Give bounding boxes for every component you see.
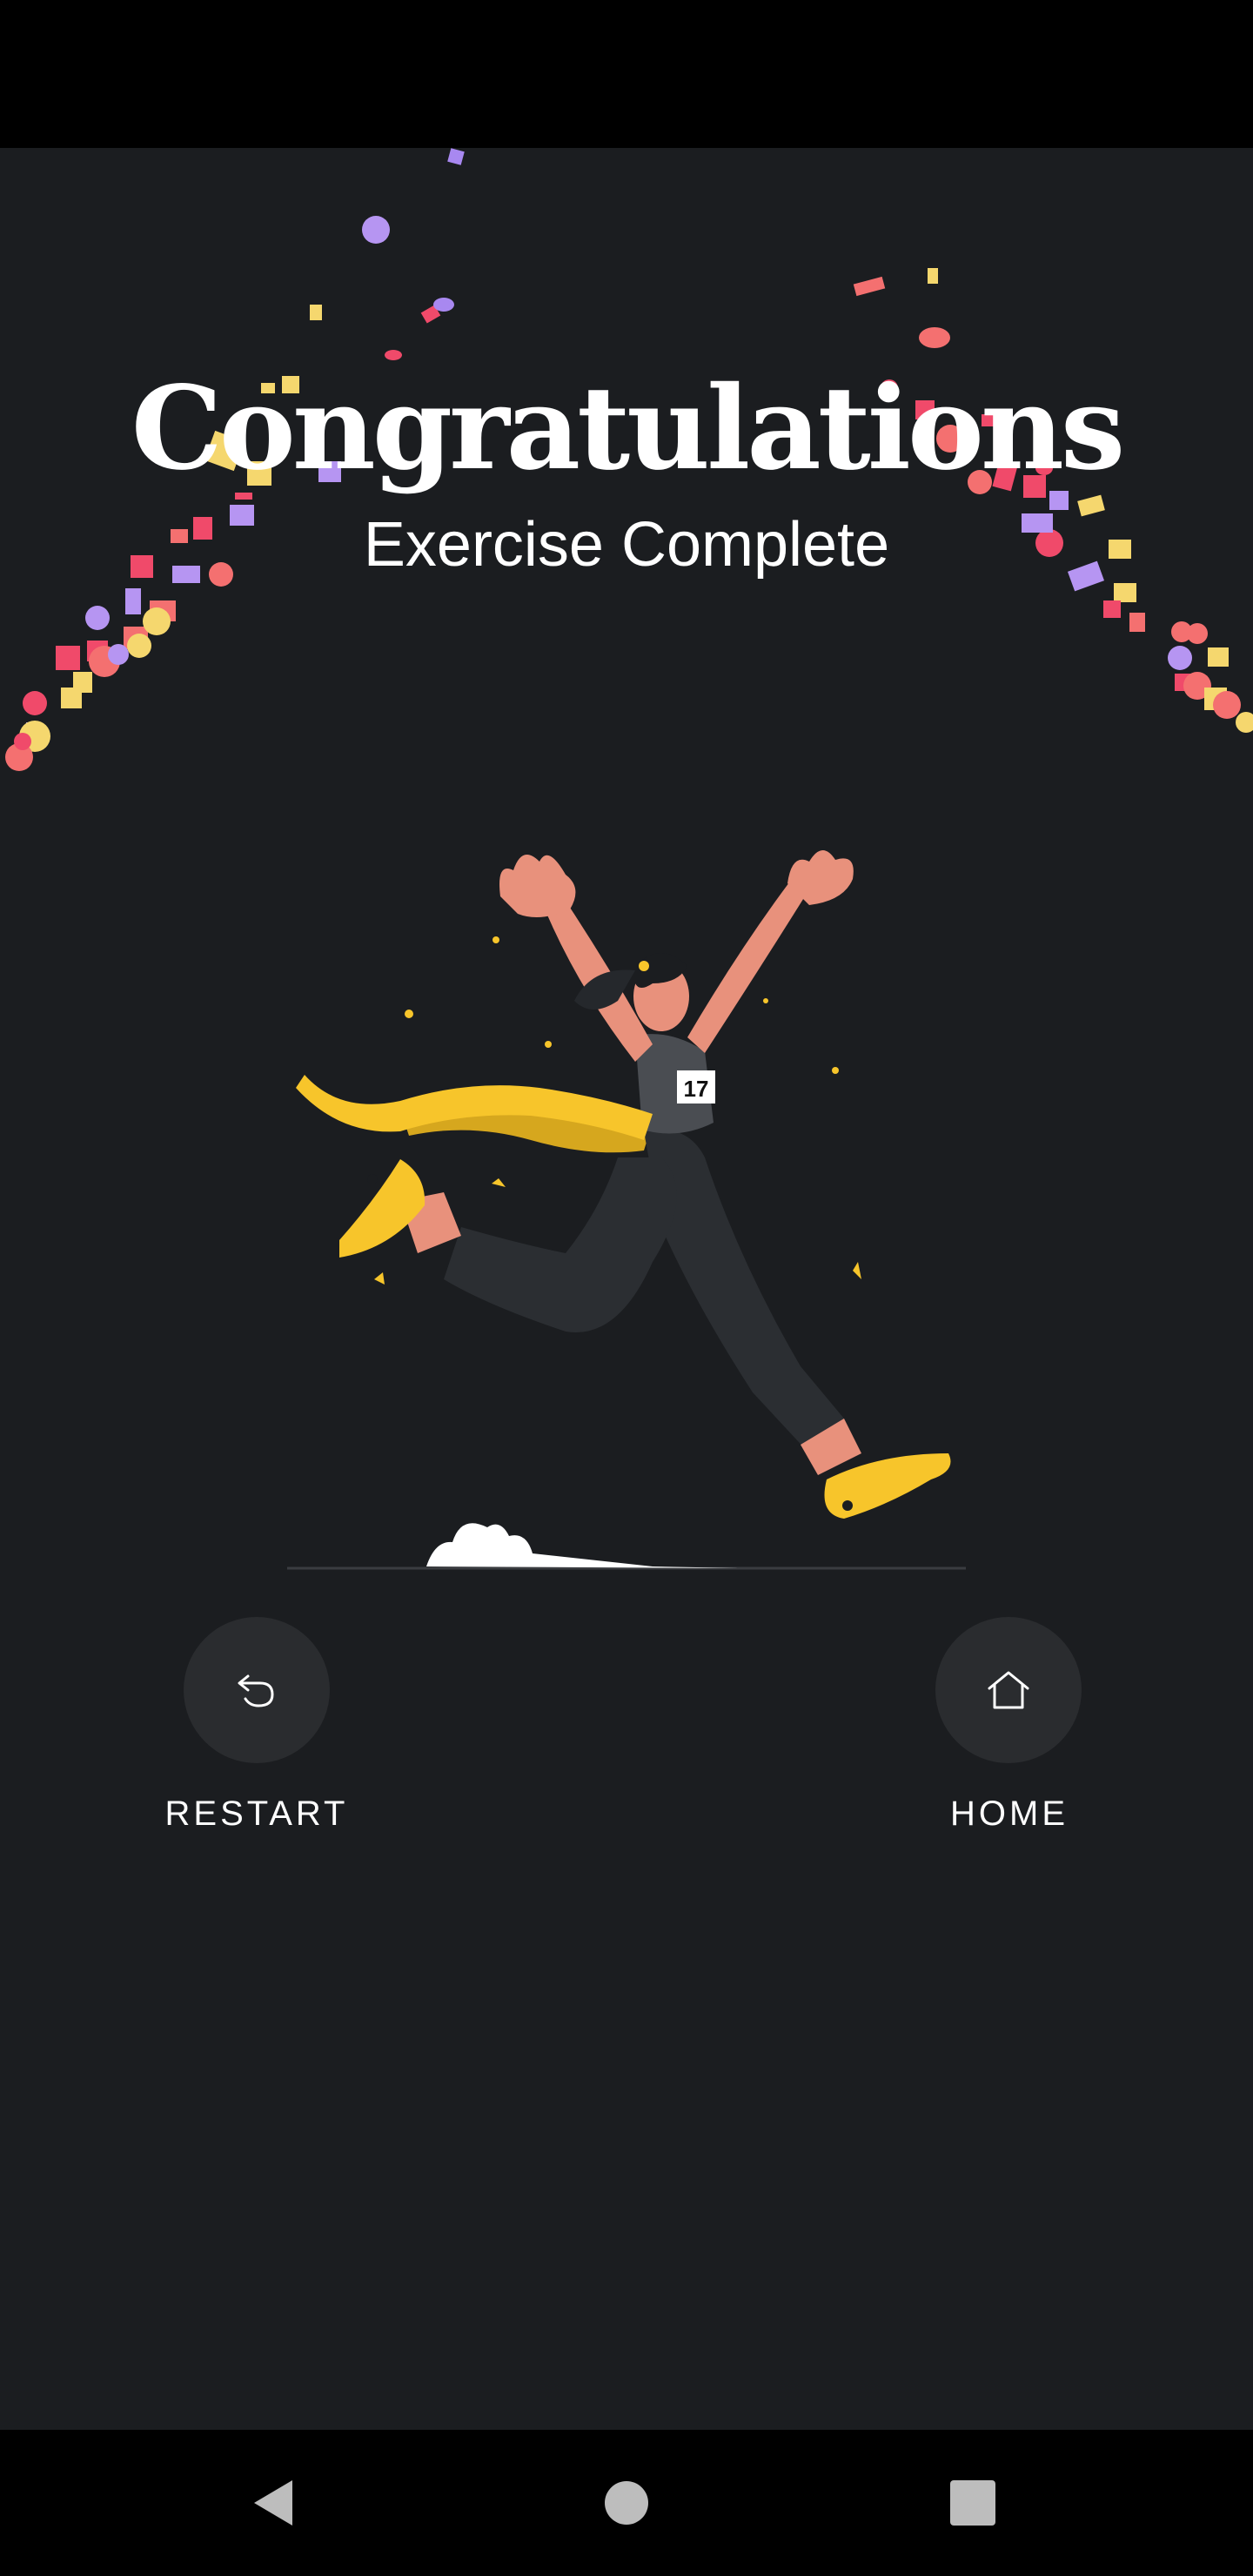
exercise-complete-subtitle: Exercise Complete: [363, 510, 890, 580]
home-label[interactable]: HOME: [879, 1794, 1140, 1834]
home-circle-icon[interactable]: [604, 2480, 649, 2526]
status-bar: [0, 0, 1253, 148]
exercise-complete-screen: Congratulations Exercise Complete 17 RES…: [0, 148, 1253, 2430]
restart-icon: [238, 1674, 274, 1707]
dust-cloud: [426, 1523, 740, 1568]
runner-finish-line-illustration: 17: [287, 849, 966, 1570]
home-button[interactable]: [935, 1617, 1082, 1763]
runner-bib-number: 17: [684, 1076, 709, 1102]
congratulations-title: Congratulations: [131, 361, 1126, 496]
back-icon[interactable]: [249, 2477, 296, 2529]
restart-button[interactable]: [184, 1617, 330, 1763]
restart-label[interactable]: RESTART: [126, 1794, 387, 1834]
recents-square-icon[interactable]: [950, 2480, 995, 2526]
system-navigation-bar: [0, 2430, 1253, 2576]
home-icon: [988, 1671, 1029, 1709]
